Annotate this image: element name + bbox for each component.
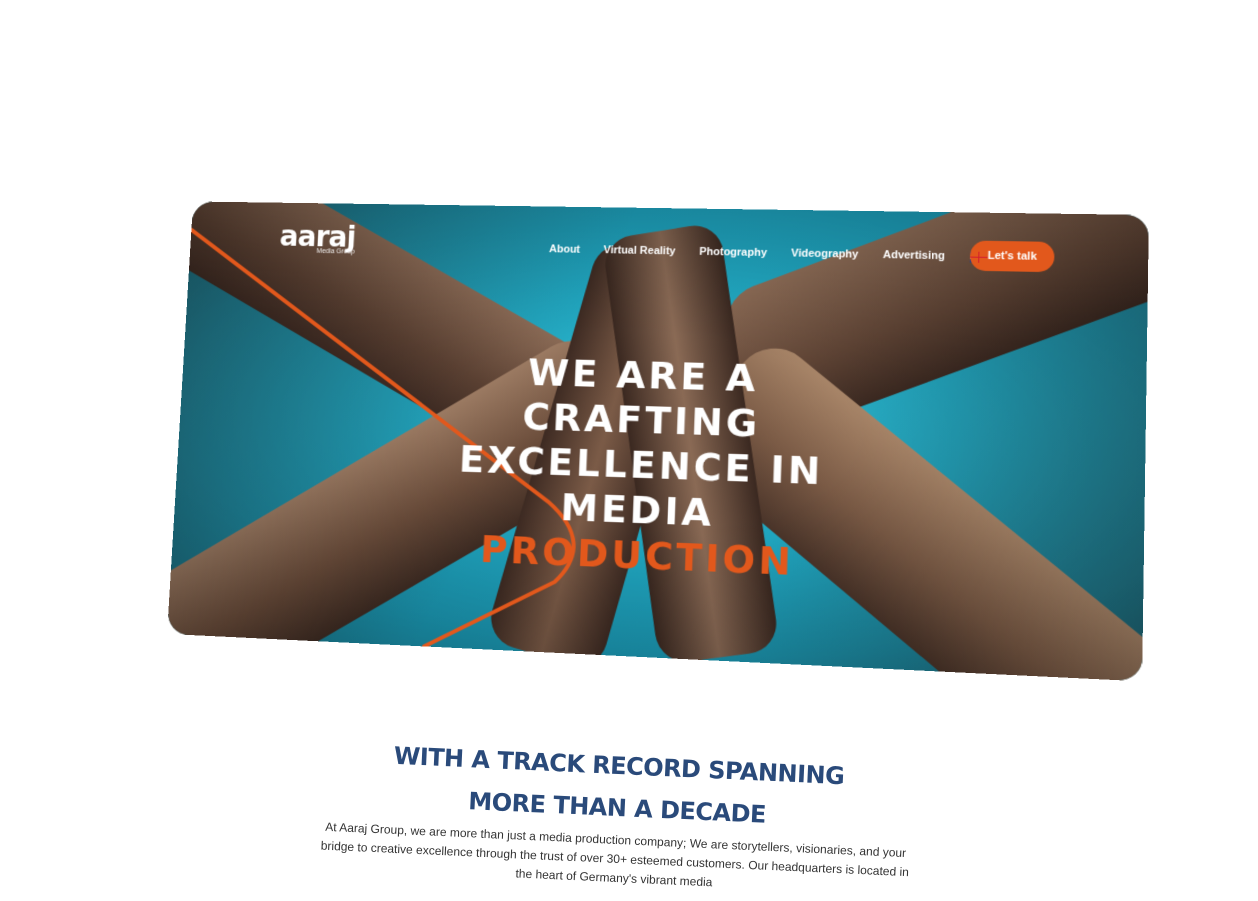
hero-headline: WE ARE A CRAFTING EXCELLENCE IN MEDIA PR… — [399, 347, 885, 588]
intro-section: WITH A TRACK RECORD SPANNING MORE THAN A… — [314, 731, 920, 901]
nav-item-photography[interactable]: Photography — [699, 246, 767, 259]
nav-item-advertising[interactable]: Advertising — [883, 249, 945, 262]
headline-line-1: WE ARE A CRAFTING — [521, 350, 762, 446]
brand-logo[interactable]: aaraj Media Group — [279, 220, 356, 256]
nav-item-videography[interactable]: Videography — [791, 248, 859, 261]
nav-menu: About Virtual Reality Photography Videog… — [549, 243, 988, 263]
headline-media: MEDIA — [559, 485, 715, 536]
logo-subtitle: Media Group — [316, 248, 355, 256]
hero-banner: aaraj Media Group About Virtual Reality … — [167, 201, 1149, 682]
nav-item-about[interactable]: About — [549, 243, 580, 255]
nav-item-virtual-reality[interactable]: Virtual Reality — [603, 244, 675, 257]
page: aaraj Media Group About Virtual Reality … — [0, 0, 1258, 889]
